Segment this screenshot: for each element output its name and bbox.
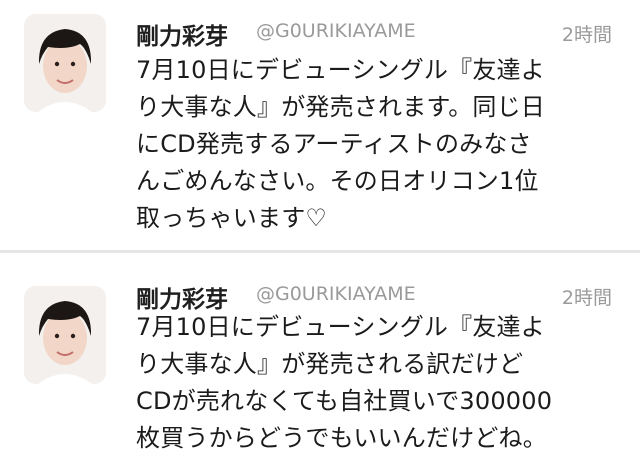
tweet-text-line: CDが売れなくても自社買いで300000 bbox=[136, 387, 553, 415]
tweet-text-line: り大事な人』が発売される訳だけど bbox=[136, 350, 524, 378]
profile-photo-icon bbox=[24, 14, 106, 112]
username[interactable]: @G0URIKIAYAME bbox=[256, 20, 416, 42]
display-name[interactable]: 剛力彩芽 bbox=[136, 17, 228, 51]
tweet-text: 7月10日にデビューシングル『友達よ り大事な人』が発売される訳だけど CDが売… bbox=[136, 309, 616, 457]
tweet-card[interactable]: 剛力彩芽 @G0URIKIAYAME 2時間 7月10日にデビューシングル『友達… bbox=[0, 253, 640, 468]
username[interactable]: @G0URIKIAYAME bbox=[256, 283, 416, 305]
timestamp: 2時間 bbox=[561, 24, 612, 46]
tweet-text-line: 取っちゃいます♡ bbox=[136, 204, 328, 232]
timestamp: 2時間 bbox=[561, 287, 612, 309]
tweet-text-line: り大事な人』が発売されます。同じ日 bbox=[136, 93, 545, 121]
avatar[interactable] bbox=[24, 286, 106, 384]
tweet-text-line: にCD発売するアーティストのみなさ bbox=[136, 130, 532, 158]
tweet-text-line: 枚買うからどうでもいいんだけどね。 bbox=[136, 424, 547, 452]
tweet-text-line: 7月10日にデビューシングル『友達よ bbox=[136, 56, 545, 84]
tweet-text-line: んごめんなさい。その日オリコン1位 bbox=[136, 167, 539, 195]
tweet-text: 7月10日にデビューシングル『友達よ り大事な人』が発売されます。同じ日 にCD… bbox=[136, 52, 616, 237]
tweet-card[interactable]: 剛力彩芽 @G0URIKIAYAME 2時間 7月10日にデビューシングル『友達… bbox=[0, 0, 640, 250]
tweet-text-line: 7月10日にデビューシングル『友達よ bbox=[136, 313, 545, 341]
profile-photo-icon bbox=[24, 286, 106, 384]
avatar[interactable] bbox=[24, 14, 106, 112]
